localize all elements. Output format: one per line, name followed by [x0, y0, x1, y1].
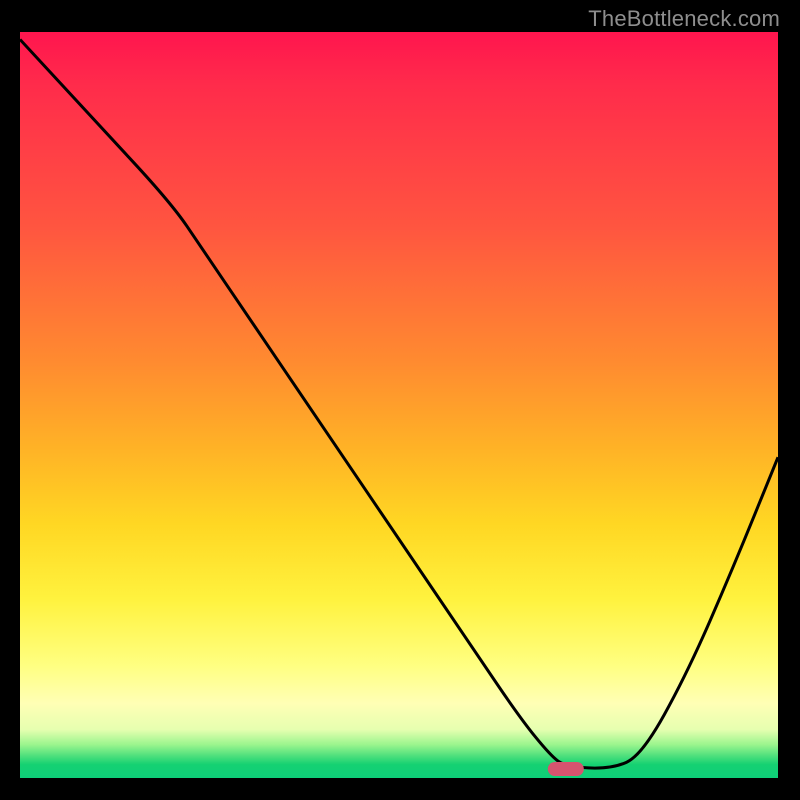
plot-area: [20, 32, 778, 778]
bottleneck-curve: [20, 39, 778, 768]
chart-frame: TheBottleneck.com: [0, 0, 800, 800]
watermark-text: TheBottleneck.com: [588, 6, 780, 32]
optimal-point-marker: [548, 762, 584, 776]
bottleneck-curve-layer: [20, 32, 778, 778]
